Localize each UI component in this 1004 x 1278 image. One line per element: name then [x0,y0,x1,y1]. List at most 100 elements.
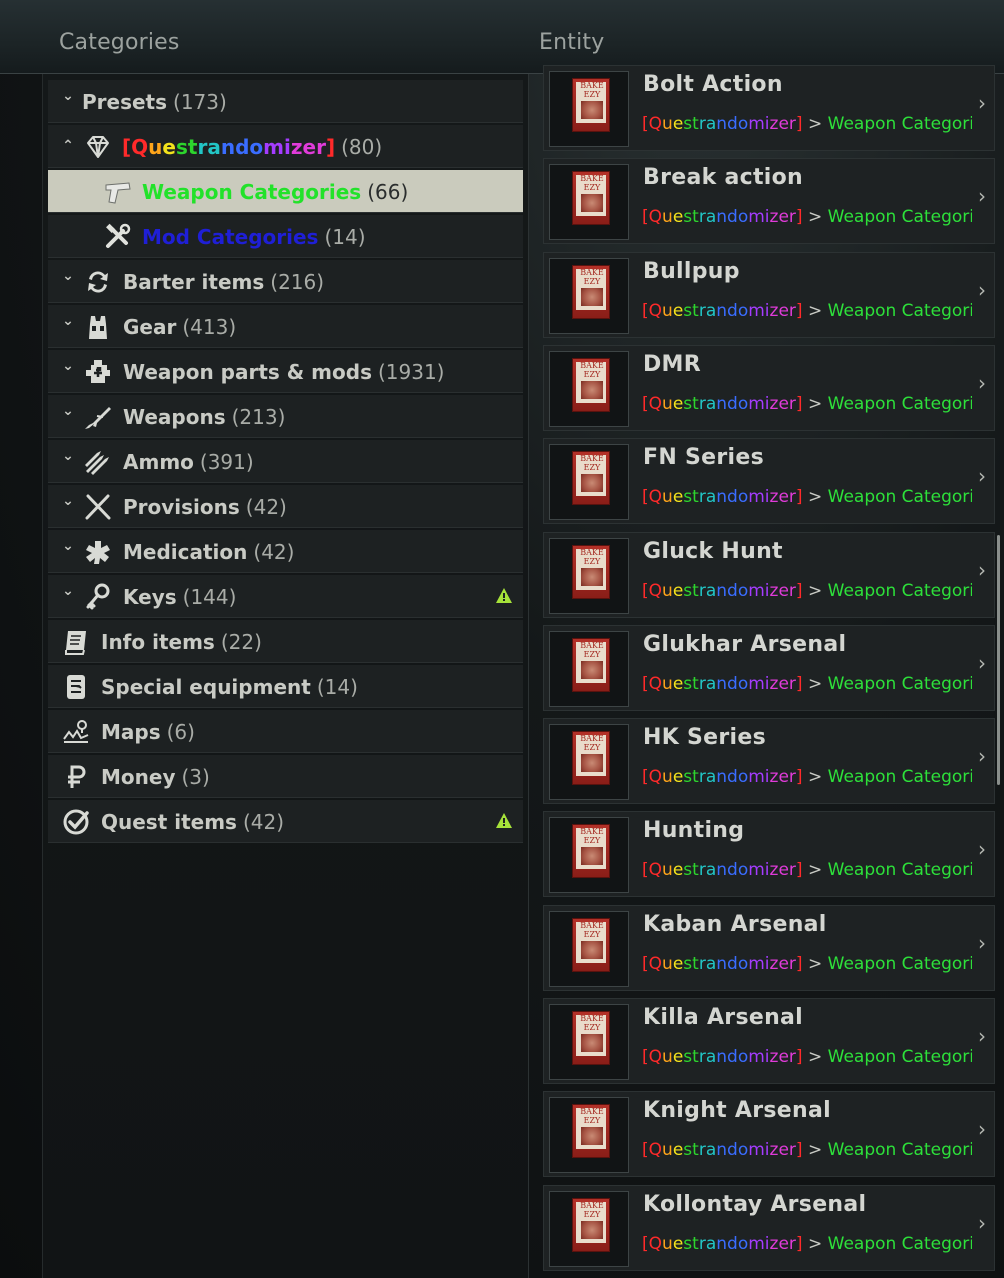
panel-header: Categories Entity [0,0,1004,74]
breadcrumb-root: [Questrandomizer] [642,767,803,787]
entity-row[interactable]: BAKE EZY Gluck Hunt [Questrandomizer] > We… [543,532,995,618]
category-item-ammo[interactable]: ⌄ Ammo (391) [48,440,523,483]
category-item-quest-items[interactable]: Quest items (42) [48,800,523,843]
category-item-maps[interactable]: Maps (6) [48,710,523,753]
questrandomizer-label: [Questrandomizer] [122,135,336,159]
book-icon: BAKE EZY [572,731,610,785]
category-count: (42) [245,495,287,519]
chevron-right-icon[interactable]: › [978,558,986,582]
warning-icon [495,812,513,829]
warning-icon [495,587,513,604]
category-item-gear[interactable]: ⌄ Gear (413) [48,305,523,348]
category-label: Presets [82,90,168,114]
category-item-weapon-parts-mods[interactable]: ⌄ Weapon parts & mods (1931) [48,350,523,393]
chevron-up-icon[interactable]: ⌃ [60,138,76,154]
category-label: Gear [123,315,177,339]
entity-name: Glukhar Arsenal [643,632,847,657]
category-label: Provisions [123,495,240,519]
chevron-right-icon[interactable]: › [978,651,986,675]
breadcrumb-separator: > [802,487,828,507]
category-item-provisions[interactable]: ⌄ Provisions (42) [48,485,523,528]
category-item-barter-items[interactable]: ⌄ Barter items (216) [48,260,523,303]
book-title: BAKE EZY [580,454,604,472]
entity-row[interactable]: BAKE EZY FN Series [Questrandomizer] > Wea… [543,438,995,524]
category-count: (66) [367,180,409,204]
chevron-right-icon[interactable]: › [978,837,986,861]
entity-scrollbar[interactable] [997,535,1000,785]
category-label: Barter items [123,270,265,294]
book-thumbnail: BAKE EZY [549,538,629,614]
category-item-mod-categories[interactable]: Mod Categories (14) [48,215,523,258]
book-title: BAKE EZY [580,81,604,99]
category-label: Weapons [123,405,226,429]
category-item-special-equipment[interactable]: Special equipment (14) [48,665,523,708]
entity-row[interactable]: BAKE EZY Knight Arsenal [Questrandomizer] … [543,1091,995,1177]
chevron-down-icon[interactable]: ⌄ [60,448,76,464]
category-label: Info items [101,630,215,654]
entity-row[interactable]: BAKE EZY Bolt Action [Questrandomizer] > W… [543,65,995,151]
entity-breadcrumb: [Questrandomizer] > Weapon Categori [642,674,972,694]
chevron-down-icon[interactable]: ⌄ [60,358,76,374]
chevron-down-icon[interactable]: ⌄ [60,583,76,599]
chevron-down-icon[interactable]: ⌄ [60,493,76,509]
quest-check-icon [61,807,91,837]
book-thumbnail: BAKE EZY [549,164,629,240]
entity-name: Killa Arsenal [643,1005,804,1030]
chevron-right-icon[interactable]: › [978,371,986,395]
category-item-presets[interactable]: ⌄ Presets (173) [48,80,523,123]
category-item-keys[interactable]: ⌄ Keys (144) [48,575,523,618]
entity-row[interactable]: BAKE EZY Bullpup [Questrandomizer] > Weapo… [543,252,995,338]
entity-breadcrumb: [Questrandomizer] > Weapon Categori [642,954,972,974]
entity-row[interactable]: BAKE EZY Hunting [Questrandomizer] > Weapo… [543,811,995,897]
entity-row[interactable]: BAKE EZY HK Series [Questrandomizer] > Wea… [543,718,995,804]
breadcrumb-root: [Questrandomizer] [642,954,803,974]
breadcrumb-separator: > [802,860,828,880]
chevron-right-icon[interactable]: › [978,464,986,488]
chevron-right-icon[interactable]: › [978,744,986,768]
chevron-right-icon[interactable]: › [978,1211,986,1235]
info-items-icon [61,627,91,657]
chevron-down-icon[interactable]: ⌄ [60,268,76,284]
chevron-right-icon[interactable]: › [978,931,986,955]
maps-icon [61,717,91,747]
entity-row[interactable]: BAKE EZY Glukhar Arsenal [Questrandomizer]… [543,625,995,711]
category-item-questrandomizer[interactable]: ⌃ [Questrandomizer] (80) [48,125,523,168]
category-count: (42) [253,540,295,564]
category-item-info-items[interactable]: Info items (22) [48,620,523,663]
category-count: (80) [341,135,383,159]
breadcrumb-root: [Questrandomizer] [642,860,803,880]
chevron-right-icon[interactable]: › [978,1024,986,1048]
entity-breadcrumb: [Questrandomizer] > Weapon Categori [642,207,972,227]
entity-row[interactable]: BAKE EZY Kollontay Arsenal [Questrandomize… [543,1185,995,1271]
book-title: BAKE EZY [580,174,604,192]
chevron-right-icon[interactable]: › [978,278,986,302]
category-item-medication[interactable]: ⌄ Medication (42) [48,530,523,573]
category-count: (173) [173,90,227,114]
category-item-weapon-categories[interactable]: Weapon Categories (66) [48,170,523,213]
pistol-icon [103,177,133,207]
breadcrumb-tail: Weapon Categori [827,207,972,227]
entity-row[interactable]: BAKE EZY Kaban Arsenal [Questrandomizer] >… [543,905,995,991]
medication-icon [83,537,113,567]
category-item-weapons[interactable]: ⌄ Weapons (213) [48,395,523,438]
entity-row[interactable]: BAKE EZY Break action [Questrandomizer] > … [543,158,995,244]
breadcrumb-root: [Questrandomizer] [642,114,803,134]
chevron-down-icon[interactable]: ⌄ [60,403,76,419]
chevron-down-icon[interactable]: ⌄ [60,313,76,329]
category-label: Weapon Categories [142,180,362,204]
entity-row[interactable]: BAKE EZY Killa Arsenal [Questrandomizer] >… [543,998,995,1084]
app-root: Categories Entity ⌄ Presets (173) ⌃ [Questra… [0,0,1004,1278]
chevron-right-icon[interactable]: › [978,1117,986,1141]
weapon-parts-icon [83,357,113,387]
category-item-money[interactable]: Money (3) [48,755,523,798]
chevron-down-icon[interactable]: ⌄ [60,538,76,554]
chevron-down-icon[interactable]: ⌄ [60,88,76,104]
chevron-right-icon[interactable]: › [978,91,986,115]
entity-row[interactable]: BAKE EZY DMR [Questrandomizer] > Weapon Ca… [543,345,995,431]
breadcrumb-separator: > [802,394,828,414]
chevron-right-icon[interactable]: › [978,184,986,208]
entity-name: HK Series [643,725,766,750]
entity-name: DMR [643,352,701,377]
breadcrumb-tail: Weapon Categori [827,301,972,321]
category-label: Quest items [101,810,237,834]
